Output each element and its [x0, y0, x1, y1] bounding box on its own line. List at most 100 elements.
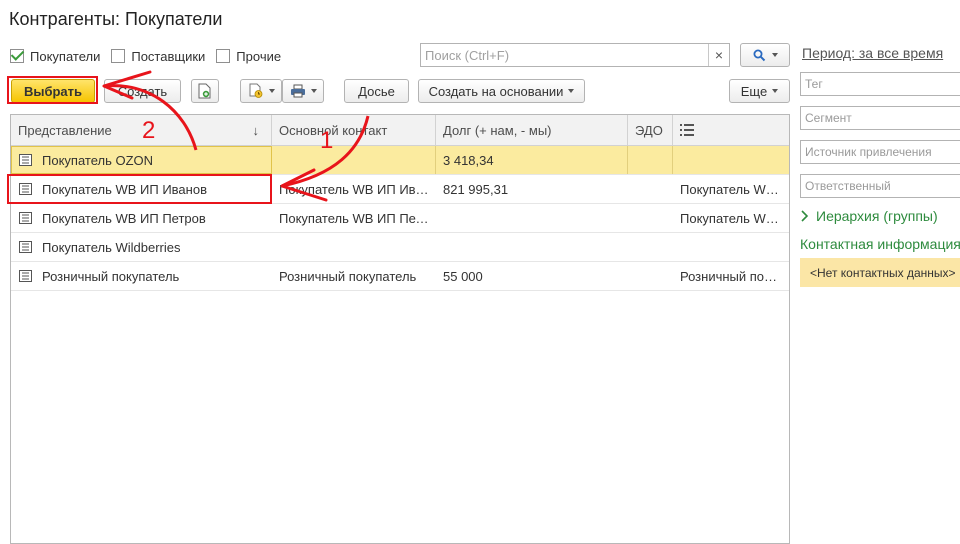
create-based-on-label: Создать на основании: [428, 83, 564, 99]
cell-name[interactable]: Розничный покупатель: [11, 262, 272, 290]
window-title: Контрагенты: Покупатели: [9, 9, 223, 29]
catalog-item-icon: [19, 212, 32, 224]
filter-suppliers[interactable]: Поставщики: [111, 49, 205, 64]
cell-extra[interactable]: Покупатель WB ИП Петров: [673, 204, 789, 232]
filter-buyers[interactable]: Покупатели: [10, 49, 100, 64]
cell-contact-text: Розничный покупатель: [279, 268, 417, 284]
cell-edo[interactable]: [628, 204, 673, 232]
filter-other[interactable]: Прочие: [216, 49, 281, 64]
cell-contact[interactable]: Покупатель WB ИП Иванов: [272, 175, 436, 203]
cell-edo[interactable]: [628, 146, 673, 174]
more-button[interactable]: Еще: [729, 79, 790, 103]
cell-name-text: Розничный покупатель: [42, 268, 180, 284]
cell-extra[interactable]: Покупатель WB ИП Иванов: [673, 175, 789, 203]
column-header-edo[interactable]: ЭДО: [628, 115, 673, 145]
chevron-down-icon: [268, 89, 275, 93]
cell-name-text: Покупатель OZON: [42, 152, 154, 168]
cell-contact[interactable]: [272, 233, 436, 261]
column-header-debt[interactable]: Долг (+ нам, - мы): [436, 115, 628, 145]
cell-contact-text: Покупатель WB ИП Петров: [279, 210, 429, 226]
cell-debt[interactable]: [436, 233, 628, 261]
filter-buyers-checkbox[interactable]: [10, 49, 24, 63]
cell-name-text: Покупатель WB ИП Иванов: [42, 181, 207, 197]
more-button-label: Еще: [740, 83, 768, 99]
responsible-field[interactable]: Ответственный: [800, 174, 960, 198]
add-document-icon: [198, 83, 211, 99]
table-row[interactable]: Покупатель Wildberries: [11, 233, 789, 262]
printer-icon: [290, 84, 305, 98]
chevron-down-icon: [771, 53, 778, 57]
cell-extra[interactable]: [673, 146, 789, 174]
cell-contact[interactable]: Розничный покупатель: [272, 262, 436, 290]
segment-field[interactable]: Сегмент: [800, 106, 960, 130]
filter-suppliers-checkbox[interactable]: [111, 49, 126, 63]
counterparties-table: Представление ↓ Основной контакт Долг (+…: [10, 114, 790, 544]
dossier-button[interactable]: Досье: [344, 79, 409, 103]
catalog-item-icon: [19, 241, 32, 253]
create-button-label: Создать: [117, 83, 168, 99]
cell-extra-text: Покупатель WB ИП Иванов: [680, 181, 782, 197]
cell-edo[interactable]: [628, 233, 673, 261]
print-button[interactable]: [282, 79, 324, 103]
hierarchy-label: Иерархия (группы): [816, 208, 938, 224]
table-row[interactable]: Покупатель WB ИП Иванов Покупатель WB ИП…: [11, 175, 789, 204]
dossier-button-label: Досье: [358, 83, 395, 99]
cell-extra[interactable]: Розничный покупатель: [673, 262, 789, 290]
cell-debt[interactable]: 3 418,34: [436, 146, 628, 174]
attachments-button[interactable]: [240, 79, 282, 103]
create-based-on-button[interactable]: Создать на основании: [418, 79, 585, 103]
table-row[interactable]: Розничный покупатель Розничный покупател…: [11, 262, 789, 291]
cell-edo[interactable]: [628, 262, 673, 290]
chevron-down-icon: [568, 89, 575, 93]
cell-extra[interactable]: [673, 233, 789, 261]
choose-button-label: Выбрать: [23, 83, 83, 99]
column-header-name[interactable]: Представление ↓: [11, 115, 272, 145]
cell-contact[interactable]: [272, 146, 436, 174]
table-header: Представление ↓ Основной контакт Долг (+…: [11, 115, 789, 146]
column-header-contact[interactable]: Основной контакт: [272, 115, 436, 145]
create-button[interactable]: Создать: [104, 79, 181, 103]
cell-name[interactable]: Покупатель Wildberries: [11, 233, 272, 261]
add-file-button[interactable]: [191, 79, 219, 103]
source-field[interactable]: Источник привлечения: [800, 140, 960, 164]
chevron-down-icon: [772, 89, 779, 93]
filter-buyers-label: Покупатели: [30, 48, 101, 64]
cell-debt-text: 821 995,31: [443, 181, 509, 197]
choose-button[interactable]: Выбрать: [11, 79, 95, 103]
cell-name[interactable]: Покупатель WB ИП Иванов: [11, 175, 272, 203]
contact-info-heading: Контактная информация: [800, 236, 960, 252]
table-body: Покупатель OZON 3 418,34 Покупатель WB И…: [11, 146, 789, 291]
search-box: ×: [420, 43, 730, 67]
cell-contact-text: Покупатель WB ИП Иванов: [279, 181, 429, 197]
cell-name-text: Покупатель WB ИП Петров: [42, 210, 206, 226]
no-contact-info: <Нет контактных данных>: [800, 258, 960, 287]
cell-name[interactable]: Покупатель OZON: [11, 146, 272, 174]
cell-contact[interactable]: Покупатель WB ИП Петров: [272, 204, 436, 232]
period-link[interactable]: Период: за все время: [802, 45, 943, 61]
cell-debt[interactable]: [436, 204, 628, 232]
cell-debt-text: 55 000: [443, 268, 483, 284]
filter-suppliers-label: Поставщики: [131, 48, 206, 64]
search-options-button[interactable]: [740, 43, 790, 67]
catalog-item-icon: [19, 270, 32, 282]
hierarchy-toggle[interactable]: Иерархия (группы): [800, 208, 938, 224]
cell-extra-text: Розничный покупатель: [680, 268, 782, 284]
filter-other-label: Прочие: [236, 48, 282, 64]
filter-other-checkbox[interactable]: [216, 49, 231, 63]
cell-name[interactable]: Покупатель WB ИП Петров: [11, 204, 272, 232]
table-row[interactable]: Покупатель OZON 3 418,34: [11, 146, 789, 175]
search-icon: [753, 49, 765, 61]
cell-edo[interactable]: [628, 175, 673, 203]
cell-debt[interactable]: 821 995,31: [436, 175, 628, 203]
table-row[interactable]: Покупатель WB ИП Петров Покупатель WB ИП…: [11, 204, 789, 233]
cell-name-text: Покупатель Wildberries: [42, 239, 181, 255]
list-settings-icon: [680, 124, 694, 136]
column-settings[interactable]: [673, 115, 789, 145]
cell-debt-text: 3 418,34: [443, 152, 494, 168]
chevron-right-icon: [801, 210, 809, 222]
tag-field[interactable]: Тег: [800, 72, 960, 96]
clear-search-icon[interactable]: ×: [708, 44, 729, 66]
cell-debt[interactable]: 55 000: [436, 262, 628, 290]
filter-group: Покупатели Поставщики Прочие: [10, 47, 292, 65]
search-input[interactable]: [421, 44, 708, 66]
